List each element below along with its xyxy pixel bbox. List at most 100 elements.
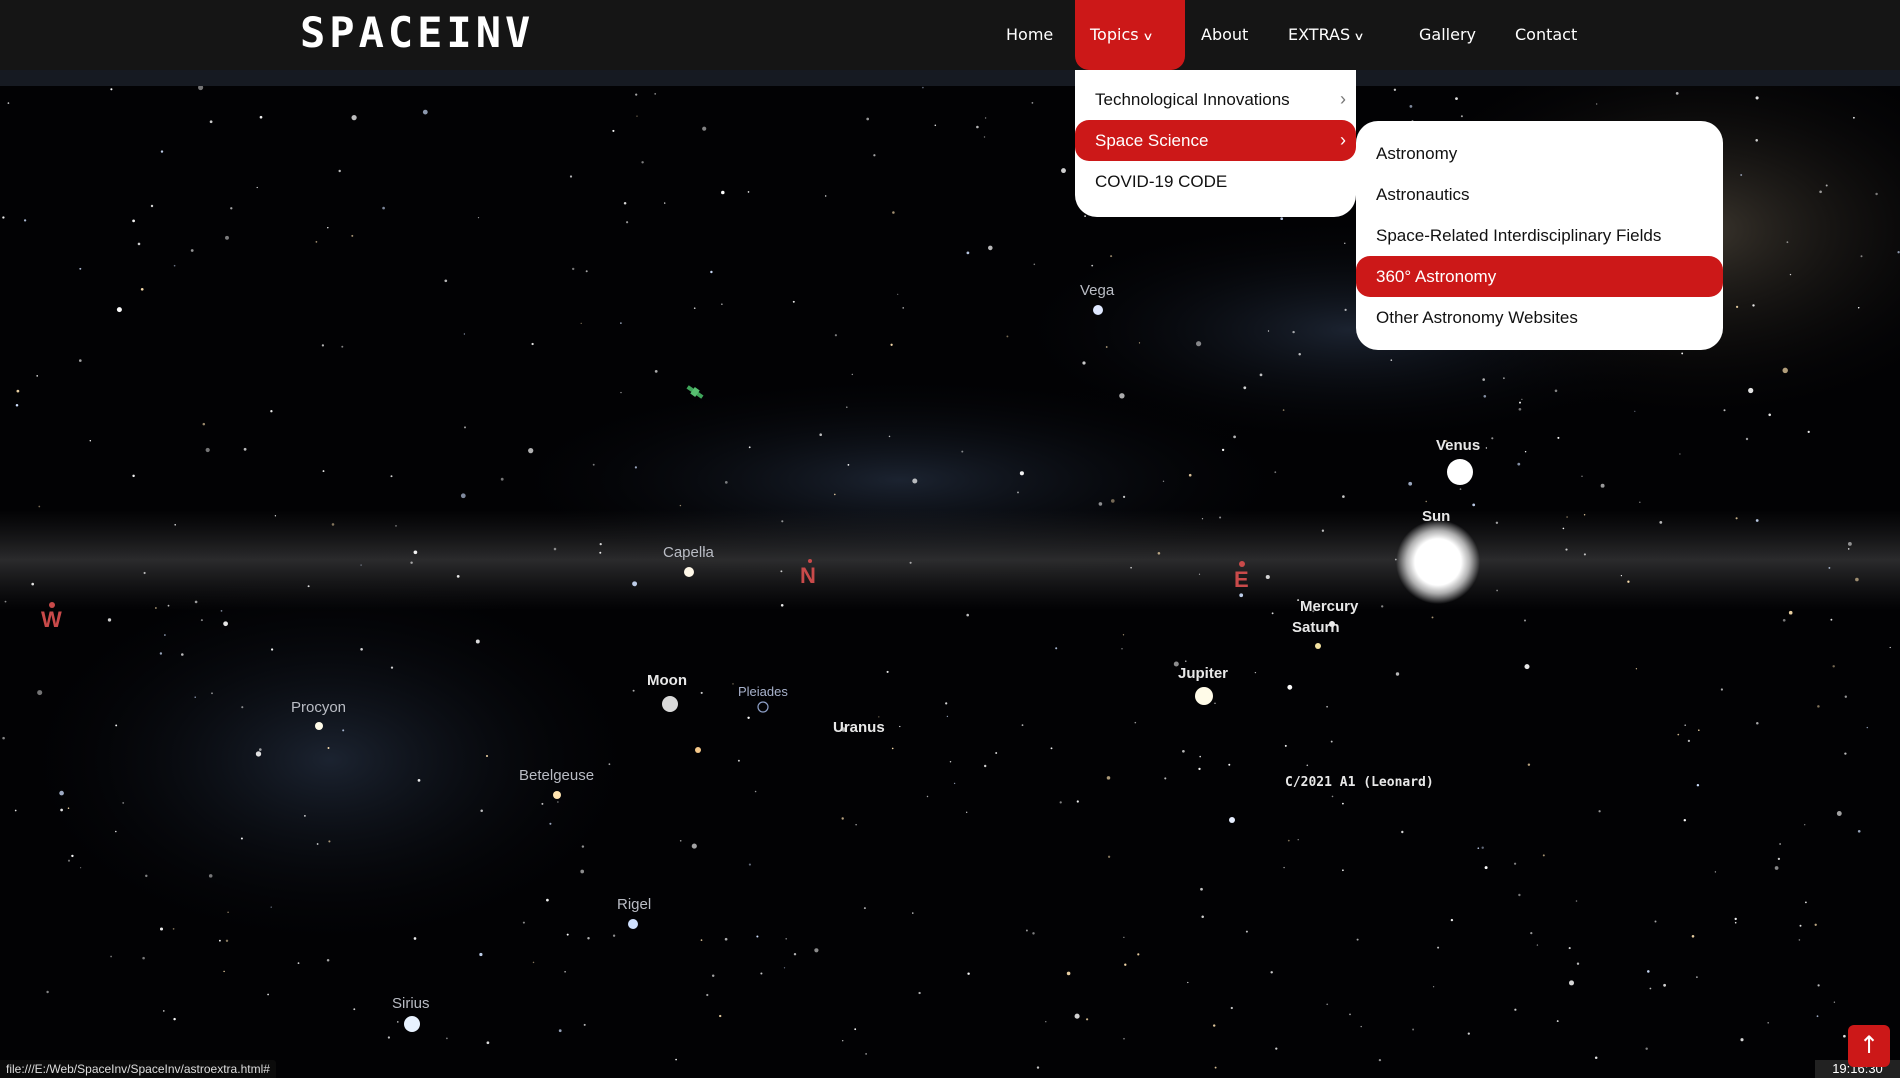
star <box>1663 983 1667 987</box>
star <box>259 115 263 119</box>
star <box>1779 843 1781 845</box>
star <box>626 221 629 224</box>
menu-item-technological-innovations[interactable]: Technological Innovations › <box>1075 79 1356 120</box>
star <box>1768 413 1771 417</box>
star <box>1649 987 1652 990</box>
capella-marker[interactable] <box>684 567 694 577</box>
vega-marker[interactable] <box>1093 305 1103 315</box>
menu-item-covid-19-code[interactable]: COVID-19 CODE <box>1075 161 1356 202</box>
star <box>1755 139 1758 142</box>
uranus-marker[interactable] <box>695 747 701 753</box>
star <box>315 241 318 243</box>
star <box>67 807 70 809</box>
star <box>851 373 853 376</box>
jupiter-marker[interactable] <box>1195 687 1213 705</box>
star <box>1164 777 1167 780</box>
rigel-marker[interactable] <box>628 919 638 929</box>
star <box>382 206 385 210</box>
submenu-item-other-astronomy-websites[interactable]: Other Astronomy Websites <box>1356 297 1723 338</box>
star <box>724 481 728 484</box>
star <box>1857 306 1860 309</box>
star <box>1647 970 1650 973</box>
star <box>1130 566 1132 569</box>
betelgeuse-marker[interactable] <box>553 791 561 799</box>
chevron-down-icon: ∨ <box>1353 30 1365 43</box>
star <box>1349 1013 1351 1016</box>
star <box>888 435 891 438</box>
nav-extras[interactable]: EXTRAS ∨ <box>1288 0 1365 70</box>
nav-about[interactable]: About <box>1201 0 1248 70</box>
star <box>360 648 363 651</box>
star <box>200 619 203 622</box>
nav-gallery[interactable]: Gallery <box>1419 0 1476 70</box>
star <box>413 550 418 555</box>
sun-marker[interactable] <box>1396 520 1480 604</box>
star <box>1696 783 1700 787</box>
star <box>1583 553 1586 556</box>
star <box>36 375 39 377</box>
star <box>886 670 889 673</box>
star <box>1576 962 1580 965</box>
star <box>995 752 998 754</box>
star <box>781 520 784 523</box>
star <box>918 991 921 995</box>
submenu-item-astronomy[interactable]: Astronomy <box>1356 133 1723 174</box>
betelgeuse-label: Betelgeuse <box>519 767 595 784</box>
star <box>754 790 757 793</box>
star <box>1517 462 1521 466</box>
saturn-marker[interactable] <box>1315 643 1321 649</box>
menu-item-space-science[interactable]: Space Science › <box>1075 120 1356 161</box>
star <box>1481 846 1484 849</box>
sirius-marker[interactable] <box>404 1016 420 1032</box>
nav-contact[interactable]: Contact <box>1515 0 1577 70</box>
star <box>1025 929 1028 932</box>
nav-home[interactable]: Home <box>1006 0 1053 70</box>
star <box>522 921 525 924</box>
star <box>417 779 421 782</box>
star <box>1017 491 1019 494</box>
star <box>107 618 112 622</box>
scroll-to-top-button[interactable]: ↑ <box>1848 1025 1890 1067</box>
comet-marker[interactable] <box>1229 817 1235 823</box>
star <box>316 843 319 845</box>
star <box>1459 488 1462 490</box>
moon-marker[interactable] <box>662 696 678 712</box>
star <box>1412 1028 1415 1031</box>
star <box>174 524 176 526</box>
submenu-item-360-astronomy[interactable]: 360° Astronomy <box>1356 256 1723 297</box>
star <box>1274 471 1277 474</box>
star <box>1483 394 1487 398</box>
star <box>1554 389 1558 393</box>
star <box>679 839 682 842</box>
star <box>1282 409 1285 411</box>
star <box>1401 830 1404 834</box>
star <box>1596 103 1598 105</box>
status-bar-url: file:///E:/Web/SpaceInv/SpaceInv/astroex… <box>0 1060 276 1078</box>
star <box>571 267 575 271</box>
star <box>608 763 611 766</box>
star <box>934 124 937 127</box>
nav-topics[interactable]: Topics ∨ <box>1075 0 1185 70</box>
venus-marker[interactable] <box>1447 459 1473 485</box>
submenu-item-interdisciplinary-fields[interactable]: Space-Related Interdisciplinary Fields <box>1356 215 1723 256</box>
submenu-item-astronautics[interactable]: Astronautics <box>1356 174 1723 215</box>
star <box>945 702 948 705</box>
star <box>841 817 844 820</box>
procyon-marker[interactable] <box>315 722 323 730</box>
star <box>719 1014 722 1018</box>
star <box>1342 495 1345 498</box>
star <box>1036 1066 1040 1069</box>
site-logo[interactable]: SPACEINV <box>300 8 534 57</box>
star <box>1201 518 1204 520</box>
star <box>460 493 466 499</box>
star <box>1254 671 1257 674</box>
star <box>190 249 194 252</box>
star <box>1634 410 1636 412</box>
star <box>564 970 566 973</box>
star <box>833 493 836 496</box>
star <box>500 477 504 481</box>
star <box>1157 552 1161 555</box>
star <box>1805 901 1807 904</box>
star <box>1280 217 1284 221</box>
star <box>1847 541 1852 546</box>
